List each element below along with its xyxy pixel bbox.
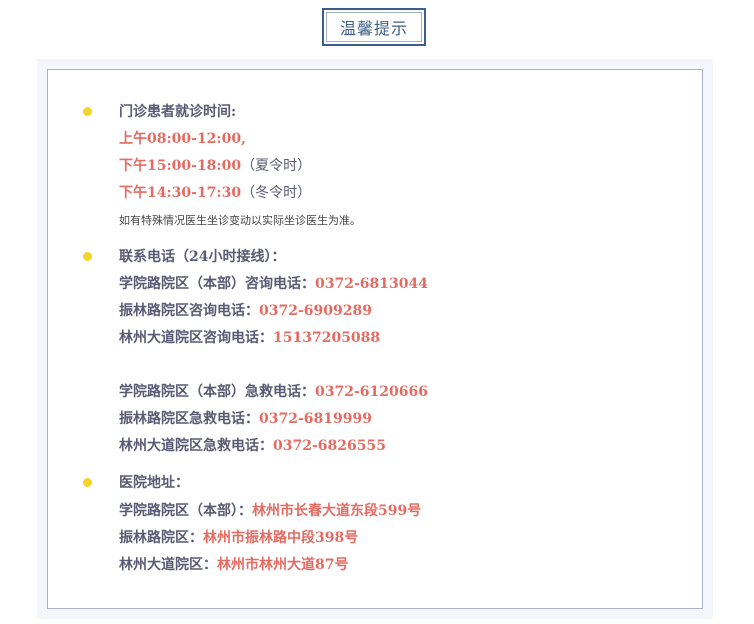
emergency-phone: 0372-6826555 bbox=[273, 438, 386, 454]
bullet-phones bbox=[83, 252, 92, 261]
consult-label: 振林路院区咨询电话： bbox=[119, 303, 259, 319]
hours-afternoon-summer: 下午15:00-18:00 bbox=[119, 158, 242, 174]
emergency-row: 振林路院区急救电话：0372-6819999 bbox=[119, 409, 372, 429]
emergency-phone: 0372-6819999 bbox=[259, 411, 372, 427]
consult-phone: 0372-6813044 bbox=[315, 276, 428, 292]
address-value: 林州市长春大道东段599号 bbox=[252, 503, 422, 519]
emergency-row: 学院路院区（本部）急救电话：0372-6120666 bbox=[119, 382, 428, 402]
address-label: 学院路院区（本部）： bbox=[119, 503, 252, 519]
address-value: 林州市林州大道87号 bbox=[217, 557, 349, 573]
phones-heading: 联系电话（24小时接线）： bbox=[119, 249, 286, 265]
address-row: 振林路院区：林州市振林路中段398号 bbox=[119, 528, 358, 548]
hours-afternoon-winter-row: 下午14:30-17:30（冬令时） bbox=[119, 183, 311, 203]
emergency-row: 林州大道院区急救电话：0372-6826555 bbox=[119, 436, 386, 456]
emergency-label: 林州大道院区急救电话： bbox=[119, 438, 273, 454]
page-title: 温馨提示 bbox=[339, 19, 408, 38]
consult-label: 林州大道院区咨询电话： bbox=[119, 330, 273, 346]
bullet-hours bbox=[83, 107, 92, 116]
address-label: 林州大道院区： bbox=[119, 557, 217, 573]
bullet-address bbox=[83, 478, 92, 487]
hours-morning: 上午08:00-12:00, bbox=[119, 131, 246, 147]
consult-row: 学院路院区（本部）咨询电话：0372-6813044 bbox=[119, 274, 428, 294]
emergency-label: 振林路院区急救电话： bbox=[119, 411, 259, 427]
consult-label: 学院路院区（本部）咨询电话： bbox=[119, 276, 315, 292]
hours-afternoon-winter: 下午14:30-17:30 bbox=[119, 185, 242, 201]
address-heading: 医院地址： bbox=[119, 475, 189, 491]
address-value: 林州市振林路中段398号 bbox=[203, 530, 359, 546]
consult-row: 林州大道院区咨询电话：15137205088 bbox=[119, 328, 380, 348]
summer-note: （夏令时） bbox=[241, 158, 312, 174]
consult-phone: 15137205088 bbox=[273, 330, 381, 346]
emergency-label: 学院路院区（本部）急救电话： bbox=[119, 384, 315, 400]
title-box: 温馨提示 bbox=[322, 8, 426, 46]
winter-note: （冬令时） bbox=[241, 185, 312, 201]
hours-heading: 门诊患者就诊时间: bbox=[119, 104, 237, 120]
address-row: 学院路院区（本部）：林州市长春大道东段599号 bbox=[119, 501, 421, 521]
hours-notice: 如有特殊情况医生坐诊变动以实际坐诊医生为准。 bbox=[119, 214, 361, 227]
address-label: 振林路院区： bbox=[119, 530, 203, 546]
hours-afternoon-summer-row: 下午15:00-18:00（夏令时） bbox=[119, 156, 311, 176]
emergency-phone: 0372-6120666 bbox=[315, 384, 428, 400]
consult-row: 振林路院区咨询电话：0372-6909289 bbox=[119, 301, 372, 321]
consult-phone: 0372-6909289 bbox=[259, 303, 372, 319]
address-row: 林州大道院区：林州市林州大道87号 bbox=[119, 555, 348, 575]
